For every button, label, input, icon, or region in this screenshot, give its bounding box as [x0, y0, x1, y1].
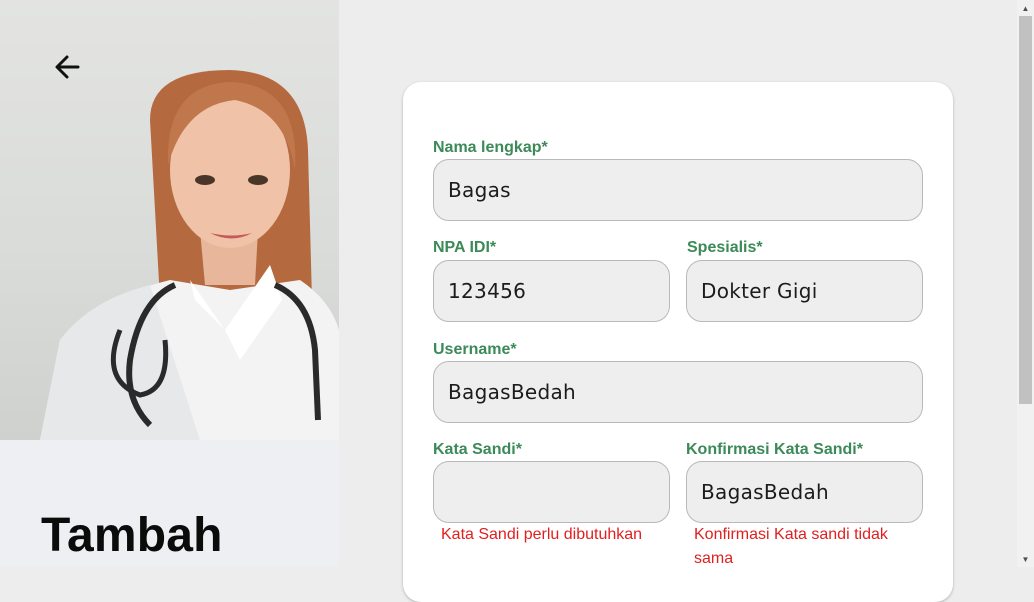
username-input[interactable]: BagasBedah: [433, 361, 923, 423]
konfirmasi-error-line2: sama: [694, 550, 734, 567]
scrollbar-thumb[interactable]: [1019, 16, 1032, 404]
npa-label: NPA IDI*: [433, 239, 497, 256]
doctor-photo: [0, 0, 339, 440]
kata-sandi-input[interactable]: [433, 461, 670, 523]
form-card: Nama lengkap* Bagas NPA IDI* 123456 Spes…: [403, 82, 953, 602]
spesialis-label: Spesialis*: [687, 239, 763, 256]
back-button[interactable]: [50, 50, 84, 84]
konfirmasi-input[interactable]: BagasBedah: [686, 461, 923, 523]
nama-input[interactable]: Bagas: [433, 159, 923, 221]
arrow-left-icon: [55, 55, 80, 79]
spesialis-input[interactable]: Dokter Gigi: [686, 260, 923, 322]
vertical-scrollbar[interactable]: ▲ ▼: [1017, 0, 1034, 567]
nama-label: Nama lengkap*: [433, 139, 548, 156]
username-label: Username*: [433, 341, 517, 358]
kata-sandi-error: Kata Sandi perlu dibutuhkan: [441, 526, 643, 543]
npa-input[interactable]: 123456: [433, 260, 670, 322]
kata-sandi-label: Kata Sandi*: [433, 441, 522, 458]
konfirmasi-label: Konfirmasi Kata Sandi*: [686, 441, 863, 458]
konfirmasi-error-line1: Konfirmasi Kata sandi tidak: [694, 526, 888, 543]
scroll-down-icon[interactable]: ▼: [1017, 551, 1034, 567]
main-area: Nama lengkap* Bagas NPA IDI* 123456 Spes…: [339, 0, 1017, 602]
page-heading: Tambah: [41, 509, 223, 562]
scroll-up-icon[interactable]: ▲: [1017, 0, 1034, 16]
left-panel: Tambah: [0, 0, 339, 567]
